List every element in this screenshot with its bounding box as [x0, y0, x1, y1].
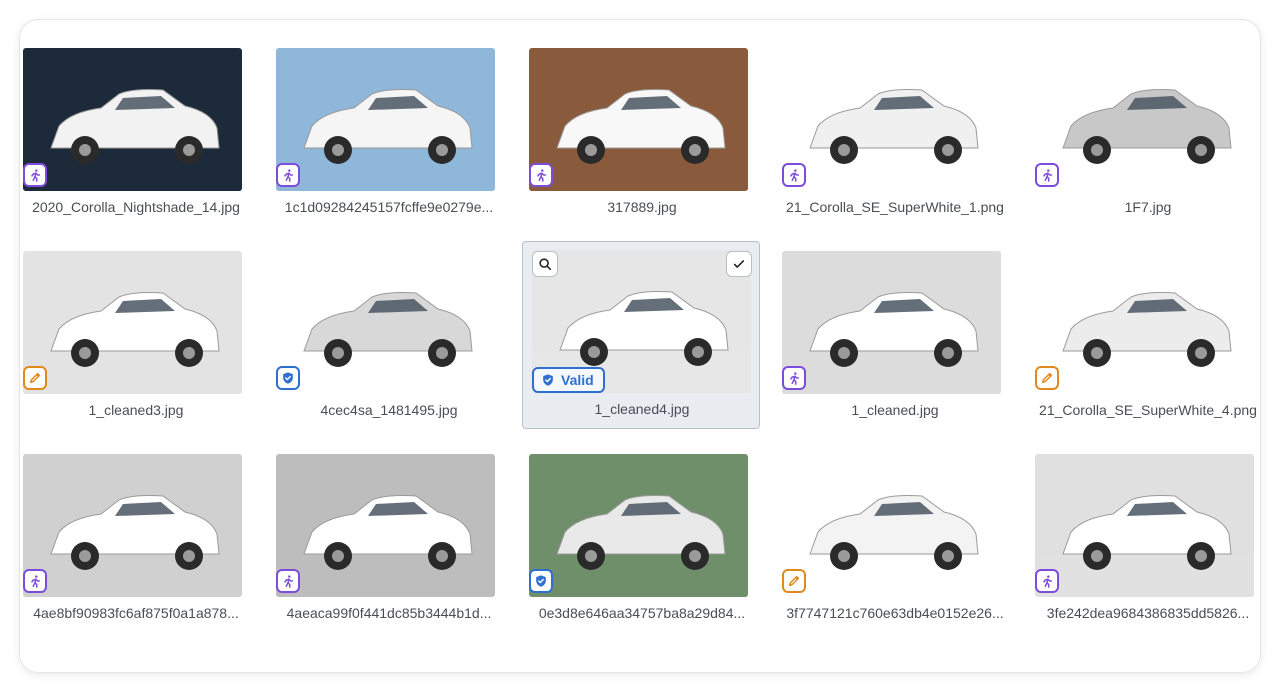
gallery-item[interactable]: 1F7.jpg	[1032, 40, 1260, 228]
file-name: 1_cleaned4.jpg	[594, 401, 690, 417]
file-name: 1F7.jpg	[1124, 199, 1172, 215]
gallery-item[interactable]: 37-371421_jeep-grand-cheroke...	[779, 20, 1017, 25]
file-name: 3fe242dea9684386835dd5826...	[1046, 605, 1250, 621]
workflow-icon	[28, 168, 42, 182]
valid-status-badge	[276, 366, 300, 390]
gallery-item[interactable]: 2020_Corolla_Nightshade_14.jpg	[20, 40, 258, 228]
file-name: 4ae8bf90983fc6af875f0a1a878...	[33, 605, 239, 621]
file-name: 4aeaca99f0f441dc85b3444b1d...	[286, 605, 492, 621]
image-thumbnail[interactable]	[1035, 251, 1254, 394]
workflow-status-badge	[782, 163, 806, 187]
gallery-item[interactable]: 1_cleaned3.jpg	[20, 243, 258, 431]
edit-status-badge	[23, 366, 47, 390]
gallery-item[interactable]: Valid 1_cleaned4.jpg	[522, 241, 760, 429]
gallery-item[interactable]: 4cec4sa_1481495.jpg	[273, 243, 511, 431]
image-thumbnail[interactable]	[23, 251, 242, 394]
file-name: 2020_Corolla_Nightshade_14.jpg	[32, 199, 240, 215]
shield-check-icon	[541, 373, 555, 387]
shield-check-icon	[534, 574, 548, 588]
image-thumbnail[interactable]	[276, 251, 495, 394]
gallery-item[interactable]: 1c1d09284245157fcffe9e0279e...	[273, 40, 511, 228]
file-name: 1_cleaned.jpg	[851, 402, 939, 418]
shield-check-icon	[281, 371, 295, 385]
workflow-status-badge	[23, 163, 47, 187]
pencil-icon	[787, 574, 801, 588]
workflow-icon	[534, 168, 548, 182]
workflow-status-badge	[1035, 163, 1059, 187]
check-icon	[732, 257, 746, 271]
workflow-status-badge	[1035, 569, 1059, 593]
file-name: 3f7747121c760e63db4e0152e26...	[786, 605, 1004, 621]
workflow-icon	[787, 168, 801, 182]
image-thumbnail[interactable]	[23, 48, 242, 191]
workflow-icon	[281, 574, 295, 588]
zoom-button[interactable]	[532, 251, 558, 277]
workflow-status-badge	[23, 569, 47, 593]
file-name: 0e3d8e646aa34757ba8a29d84...	[538, 605, 746, 621]
file-name: 317889.jpg	[607, 199, 677, 215]
workflow-icon	[28, 574, 42, 588]
pencil-icon	[1040, 371, 1054, 385]
file-name: 1c1d09284245157fcffe9e0279e...	[284, 199, 494, 215]
search-icon	[538, 257, 552, 271]
image-gallery-panel: pexels-photo-3221159.jpeg 2020-03-12_03-0…	[20, 20, 1260, 672]
image-thumbnail[interactable]	[782, 454, 1001, 597]
valid-status-badge	[529, 569, 553, 593]
workflow-status-badge	[782, 366, 806, 390]
gallery-item[interactable]: 4aeaca99f0f441dc85b3444b1d...	[273, 446, 511, 634]
edit-status-badge	[782, 569, 806, 593]
gallery-item[interactable]: 0e3d8e646aa34757ba8a29d84...	[526, 446, 764, 634]
edit-status-badge	[1035, 366, 1059, 390]
image-thumbnail[interactable]	[529, 454, 748, 597]
image-thumbnail[interactable]	[23, 454, 242, 597]
gallery-item[interactable]: 21_Corolla_SE_SuperWhite_1.png	[779, 40, 1017, 228]
workflow-status-badge	[529, 163, 553, 187]
gallery-item[interactable]: 3fe242dea9684386835dd5826...	[1032, 446, 1260, 634]
image-thumbnail[interactable]	[1035, 48, 1254, 191]
workflow-status-badge	[276, 569, 300, 593]
image-thumbnail[interactable]	[276, 454, 495, 597]
workflow-icon	[1040, 168, 1054, 182]
gallery-item[interactable]: 4ae8bf90983fc6af875f0a1a878...	[20, 446, 258, 634]
gallery-item[interactable]: 2020-03-12_03-08-28_697970.j...	[273, 20, 511, 25]
gallery-item[interactable]: pexels-photo-3221159.jpeg	[20, 20, 258, 25]
gallery-item[interactable]: 40abede65c7caf00be4bd13dfcf...	[1032, 20, 1260, 25]
image-thumbnail[interactable]	[276, 48, 495, 191]
select-checkbox[interactable]	[726, 251, 752, 277]
file-name: 21_Corolla_SE_SuperWhite_4.png	[1039, 402, 1257, 418]
image-thumbnail[interactable]	[782, 48, 1001, 191]
file-name: 4cec4sa_1481495.jpg	[320, 402, 458, 418]
file-name: 1_cleaned3.jpg	[88, 402, 184, 418]
gallery-item[interactable]: jaguarxfsportbrakelocationexteri...	[526, 20, 764, 25]
gallery-item[interactable]: 1_cleaned.jpg	[779, 243, 1017, 431]
valid-status-badge: Valid	[532, 367, 605, 393]
workflow-icon	[1040, 574, 1054, 588]
workflow-icon	[787, 371, 801, 385]
workflow-status-badge	[276, 163, 300, 187]
file-name: 21_Corolla_SE_SuperWhite_1.png	[786, 199, 1004, 215]
gallery-item[interactable]: 317889.jpg	[526, 40, 764, 228]
image-thumbnail[interactable]	[1035, 454, 1254, 597]
status-label: Valid	[561, 372, 594, 388]
pencil-icon	[28, 371, 42, 385]
gallery-item[interactable]: 21_Corolla_SE_SuperWhite_4.png	[1032, 243, 1260, 431]
image-thumbnail[interactable]	[782, 251, 1001, 394]
image-thumbnail[interactable]	[529, 48, 748, 191]
workflow-icon	[281, 168, 295, 182]
gallery-item[interactable]: 3f7747121c760e63db4e0152e26...	[779, 446, 1017, 634]
